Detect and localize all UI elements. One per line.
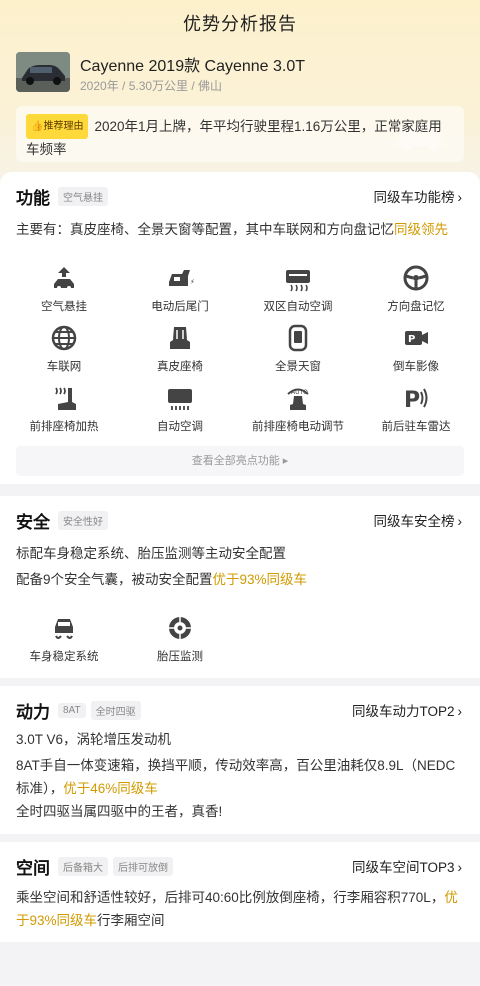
recommend-reason-box: 👍推荐理由 2020年1月上牌，年平均行驶里程1.16万公里，正常家庭用车频率 [16,106,464,162]
triangle-right-icon: ▸ [282,455,289,467]
safety-line-2: 配备9个安全气囊，被动安全配置优于93%同级车 [16,572,308,587]
thumbs-up-icon: 👍 [31,121,44,132]
power-ranking-link[interactable]: 同级车动力TOP2 › [352,700,462,720]
function-summary: 主要有：真皮座椅、全景天窗等配置，其中车联网和方向盘记忆同级领先 [16,222,448,237]
function-section: 功能 空气悬挂 同级车功能榜 › 主要有：真皮座椅、全景天窗等配置，其中车联网和方… [0,172,480,484]
feature-item[interactable]: 车联网 [4,324,124,374]
svg-text:P: P [408,334,415,345]
leather-seat-icon [170,327,190,349]
section-title: 动力 [16,702,50,722]
svg-text:⚡: ⚡ [190,278,194,286]
feature-item[interactable]: 双区自动空调 [238,264,358,314]
seat-heating-icon [55,387,76,410]
section-tag: 后备箱大 [58,856,108,876]
feature-item[interactable]: ⚡ 电动后尾门 [120,264,240,314]
feature-item[interactable]: 前排座椅加热 [4,384,124,434]
reverse-camera-icon: P [405,331,428,345]
panoramic-sunroof-icon [288,324,308,352]
feature-item[interactable]: 胎压监测 [120,614,240,664]
chevron-right-icon: › [457,514,463,529]
feature-item[interactable]: 全景天窗 [238,324,358,374]
section-title: 空间 [16,858,50,878]
feature-item[interactable]: 空气悬挂 [4,264,124,314]
car-name: Cayenne 2019款 Cayenne 3.0T [80,58,306,75]
chevron-right-icon: › [457,704,463,719]
dual-zone-ac-icon [286,270,310,292]
section-tag: 后排可放倒 [113,856,173,876]
recommend-reason-text: 2020年1月上牌，年平均行驶里程1.16万公里，正常家庭用车频率 [26,119,442,157]
chevron-right-icon: › [457,860,463,875]
power-tailgate-icon: ⚡ [169,270,194,286]
svg-text:P: P [404,388,420,412]
connected-car-icon [51,325,77,351]
car-meta: 2020年 / 5.30万公里 / 佛山 [80,79,223,93]
tire-pressure-icon [169,617,191,639]
feature-item[interactable]: P 前后驻车雷达 [356,384,476,434]
section-tag: 空气悬挂 [58,186,108,206]
space-ranking-link[interactable]: 同级车空间TOP3 › [352,856,462,876]
feature-item[interactable]: 自动空调 [120,384,240,434]
section-tag: 安全性好 [58,510,108,530]
power-line-2: 8AT手自一体变速箱，换挡平顺，传动效率高，百公里油耗仅8.9L（NEDC标准）… [16,758,456,796]
chevron-right-icon: › [457,190,463,205]
section-tag: 全时四驱 [90,700,141,720]
section-title: 安全 [16,512,50,532]
feature-item[interactable]: 方向盘记忆 [356,264,476,314]
section-title: 功能 [16,188,50,208]
feature-item[interactable]: 真皮座椅 [120,324,240,374]
power-seat-icon: AUTO [287,388,309,410]
safety-section: 安全 安全性好 同级车安全榜 › 标配车身稳定系统、胎压监测等主动安全配置 配备9… [0,496,480,678]
air-suspension-icon [54,267,74,290]
page-title: 优势分析报告 [183,14,297,34]
power-line-1: 3.0T V6，涡轮增压发动机 [16,732,172,747]
steering-memory-icon [403,265,429,291]
safety-line-1: 标配车身稳定系统、胎压监测等主动安全配置 [16,546,286,561]
car-thumbnail[interactable] [16,52,70,92]
auto-ac-icon [168,389,192,410]
feature-item[interactable]: P 倒车影像 [356,324,476,374]
power-line-3: 全时四驱当属四驱中的王者，真香! [16,804,223,819]
stability-control-icon [55,619,73,639]
space-text: 乘坐空间和舒适性较好，后排可40:60比例放倒座椅，行李厢容积770L，优于93… [16,890,458,928]
section-tag: 8AT [58,702,86,718]
safety-ranking-link[interactable]: 同级车安全榜 › [374,510,463,530]
view-all-features-button[interactable]: 查看全部亮点功能 ▸ [16,446,464,476]
space-section: 空间 后备箱大 后排可放倒 同级车空间TOP3 › 乘坐空间和舒适性较好，后排可4… [0,842,480,942]
function-ranking-link[interactable]: 同级车功能榜 › [374,186,463,206]
feature-item[interactable]: 车身稳定系统 [4,614,124,664]
recommend-reason-tag: 👍推荐理由 [26,114,89,139]
power-section: 动力 8AT 全时四驱 同级车动力TOP2 › 3.0T V6，涡轮增压发动机 8… [0,686,480,834]
svg-text:AUTO: AUTO [291,389,308,396]
parking-radar-icon: P [404,388,428,412]
feature-item[interactable]: AUTO 前排座椅电动调节 [238,384,358,434]
